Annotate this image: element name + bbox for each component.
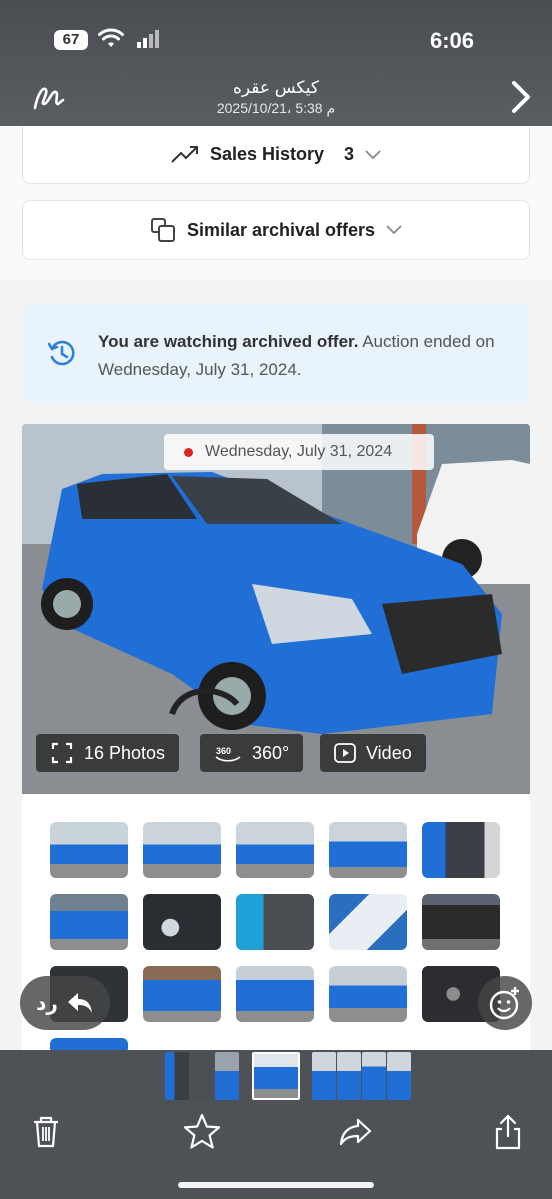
forward-icon[interactable] <box>336 1112 376 1152</box>
photos-button[interactable]: 16 Photos <box>36 734 180 772</box>
thumbnail[interactable] <box>422 894 500 950</box>
thumbnail[interactable] <box>422 822 500 878</box>
status-time: 6:06 <box>429 28 474 53</box>
bottom-toolbar <box>0 1050 552 1199</box>
spin-360-label: 360° <box>252 742 290 763</box>
thumbnail[interactable] <box>143 966 221 1022</box>
thumbnail[interactable] <box>143 822 221 878</box>
filmstrip-thumbnail[interactable] <box>387 1052 411 1100</box>
chevron-down-icon <box>365 149 381 159</box>
reply-button[interactable]: رد <box>20 976 110 1030</box>
copy-icon <box>150 218 175 242</box>
auction-date: Wednesday, July 31, 2024 <box>205 443 393 460</box>
status-bar: 67 6:06 <box>0 28 552 54</box>
thumbnail[interactable] <box>329 894 407 950</box>
share-icon[interactable] <box>488 1112 528 1152</box>
cellular-signal-icon <box>137 30 159 48</box>
add-reaction-button[interactable] <box>478 976 532 1030</box>
history-icon <box>47 340 75 366</box>
filmstrip-thumbnail[interactable] <box>337 1052 361 1100</box>
trash-icon[interactable] <box>26 1112 66 1152</box>
chat-title: كيكس عقره <box>232 78 320 97</box>
sales-history-label: Sales History <box>209 144 325 164</box>
play-icon <box>334 743 356 763</box>
chevron-down-icon <box>386 225 402 235</box>
home-indicator <box>178 1182 374 1188</box>
filmstrip-thumbnail[interactable] <box>362 1052 386 1100</box>
thumbnail[interactable] <box>50 822 128 878</box>
thumbnail[interactable] <box>50 894 128 950</box>
chat-timestamp: 2025/10/21، 5:38 م <box>216 100 336 116</box>
thumbnail[interactable] <box>236 966 314 1022</box>
filmstrip <box>0 1052 552 1100</box>
thumbnail[interactable] <box>329 966 407 1022</box>
thumbnail[interactable] <box>50 1038 128 1050</box>
reply-arrow-icon <box>67 993 92 1013</box>
notice-bold: You are watching archived offer. <box>98 332 359 351</box>
thumbnail[interactable] <box>236 894 314 950</box>
wifi-icon <box>98 28 124 47</box>
spin-360-button[interactable]: 360 360° <box>200 734 304 772</box>
filmstrip-thumbnail-selected[interactable] <box>252 1052 300 1100</box>
reply-label: رد <box>36 992 58 1015</box>
chevron-right-icon[interactable] <box>510 80 532 114</box>
offer-page: Sales History 3 Similar archival offers … <box>0 126 552 1050</box>
filmstrip-thumbnail[interactable] <box>312 1052 336 1100</box>
thumbnail[interactable] <box>143 894 221 950</box>
trending-up-icon <box>171 145 198 163</box>
filmstrip-thumbnail[interactable] <box>190 1052 214 1100</box>
video-button[interactable]: Video <box>320 734 426 772</box>
auction-date-chip: Wednesday, July 31, 2024 <box>164 434 434 470</box>
filmstrip-thumbnail[interactable] <box>215 1052 239 1100</box>
thumbnail[interactable] <box>329 822 407 878</box>
main-photo[interactable]: Wednesday, July 31, 2024 16 Photos 360 3… <box>22 424 530 794</box>
filmstrip-thumbnail[interactable] <box>165 1052 189 1100</box>
top-bar: 67 6:06 كيكس عقره 2025/10/21، 5:38 م <box>0 0 552 126</box>
sales-history-accordion[interactable]: Sales History 3 <box>22 126 530 184</box>
similar-offers-accordion[interactable]: Similar archival offers <box>22 200 530 260</box>
expand-icon <box>51 742 73 764</box>
thumbnail[interactable] <box>236 822 314 878</box>
video-label: Video <box>366 742 412 763</box>
photos-label: 16 Photos <box>84 742 166 763</box>
rotate-360-icon: 360 <box>215 746 241 762</box>
smiley-add-icon <box>489 987 519 1020</box>
star-icon[interactable] <box>182 1112 222 1152</box>
battery-indicator: 67 <box>54 30 88 50</box>
archived-notice: You are watching archived offer. Auction… <box>22 304 530 402</box>
status-dot <box>184 447 193 457</box>
sales-history-count: 3 <box>344 144 355 164</box>
svg-text:360: 360 <box>216 746 231 756</box>
similar-offers-label: Similar archival offers <box>186 219 376 240</box>
notice-text: You are watching archived offer. Auction… <box>98 328 498 384</box>
